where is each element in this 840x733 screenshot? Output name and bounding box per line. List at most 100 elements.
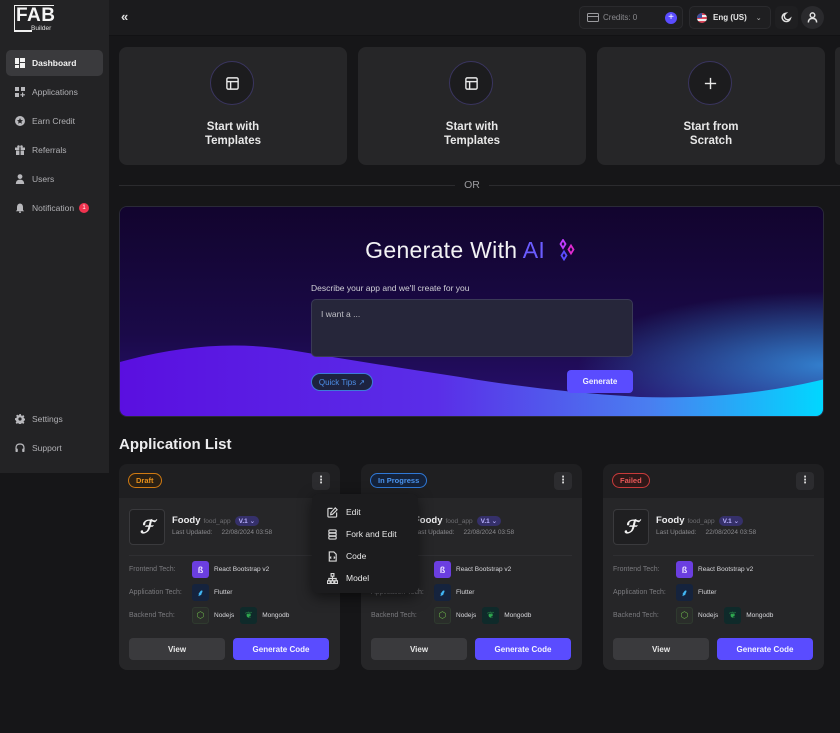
ai-title: Generate With AI (120, 237, 823, 264)
logo-subtext: Builder (31, 25, 52, 32)
card-label: Start with Templates (119, 120, 347, 148)
app-name-row: Foody food_app V.1 ⌄ (656, 515, 744, 526)
sidebar-item-support[interactable]: Support (6, 435, 103, 461)
app-slug: food_app (203, 518, 231, 525)
sidebar-item-applications[interactable]: Applications (6, 79, 103, 105)
user-icon (15, 174, 25, 184)
sidebar-item-notification[interactable]: Notification 1 (6, 195, 103, 221)
sidebar-item-label: Support (32, 443, 62, 453)
backend-tech-value: Nodejs (214, 612, 235, 619)
backend-tech-value: Nodejs (698, 612, 719, 619)
language-select[interactable]: Eng (US) ⌄ (689, 6, 771, 29)
sidebar-item-settings[interactable]: Settings (6, 406, 103, 432)
sidebar-item-label: Referrals (32, 145, 67, 155)
backend-tech-value: Mongodb (504, 612, 532, 619)
generate-code-button[interactable]: Generate Code (475, 638, 571, 660)
menu-item-edit[interactable]: Edit (312, 501, 418, 523)
view-button[interactable]: View (129, 638, 225, 660)
application-list-title: Application List (119, 436, 232, 453)
menu-item-fork-and-edit[interactable]: Fork and Edit (312, 523, 418, 545)
frontend-tech-row: Frontend Tech: ß React Bootstrap v2 (129, 561, 275, 578)
code-file-icon (328, 550, 337, 562)
card-label: Start with Templates (358, 120, 586, 148)
app-logo: ℱ (129, 509, 165, 545)
menu-item-model[interactable]: Model (312, 567, 418, 589)
app-card: Draft ⋮ ℱ Foody food_app V.1 ⌄ Last Update… (119, 464, 340, 670)
last-updated-label: Last Updated: (656, 529, 697, 536)
language-label: Eng (US) (713, 13, 747, 22)
view-button[interactable]: View (613, 638, 709, 660)
template-icon-circle (210, 61, 254, 105)
version-select[interactable]: V.1 ⌄ (234, 516, 260, 526)
sidebar-nav: Dashboard Applications Earn Credit Refer… (6, 50, 103, 224)
generate-button[interactable]: Generate (567, 370, 633, 393)
app-description-input[interactable] (311, 299, 633, 357)
mongodb-icon: ❦ (240, 607, 258, 624)
menu-item-label: Code (346, 551, 367, 561)
sidebar-item-earn-credit[interactable]: Earn Credit (6, 108, 103, 134)
fab-builder-logo[interactable]: FAB Builder (14, 5, 55, 32)
sidebar: FAB Builder Dashboard Applications Earn … (0, 0, 109, 473)
theme-toggle-button[interactable] (775, 6, 798, 29)
menu-item-label: Fork and Edit (346, 529, 397, 539)
flutter-icon: ⸙ (434, 584, 451, 601)
user-profile-button[interactable] (801, 6, 824, 29)
add-credits-button[interactable]: + (665, 12, 677, 24)
application-tech-value: Flutter (214, 589, 233, 596)
nodejs-icon: ⬡ (676, 607, 693, 624)
last-updated-label: Last Updated: (414, 529, 455, 536)
earn-credit-icon (15, 116, 25, 126)
card-label-line: Start from (683, 121, 739, 133)
more-options-button[interactable]: ⋮ (312, 472, 330, 490)
sidebar-item-referrals[interactable]: Referrals (6, 137, 103, 163)
app-name-row: Foody food_app V.1 ⌄ (414, 515, 502, 526)
frontend-tech-label: Frontend Tech: (129, 566, 176, 573)
start-with-templates-card-2[interactable]: Start with Templates (358, 47, 586, 165)
frontend-tech-value: React Bootstrap v2 (214, 566, 270, 573)
status-badge: In Progress (370, 473, 428, 488)
frontend-tech-label: Frontend Tech: (613, 566, 660, 573)
mongodb-icon: ❦ (724, 607, 742, 624)
start-from-scratch-card[interactable]: Start from Scratch (597, 47, 825, 165)
template-icon (464, 76, 478, 90)
menu-item-code[interactable]: Code (312, 545, 418, 567)
frontend-tech-row: Frontend Tech: ß React Bootstrap v2 (613, 561, 759, 578)
top-bar: « Credits: 0 + Eng (US) ⌄ (109, 0, 840, 36)
sidebar-item-users[interactable]: Users (6, 166, 103, 192)
sidebar-item-dashboard[interactable]: Dashboard (6, 50, 103, 76)
logo-underline (14, 30, 32, 32)
view-button[interactable]: View (371, 638, 467, 660)
last-updated-value: 22/08/2024 03:58 (705, 529, 757, 536)
version-select[interactable]: V.1 ⌄ (718, 516, 744, 526)
backend-tech-label: Backend Tech: (129, 612, 175, 619)
more-options-button[interactable]: ⋮ (796, 472, 814, 490)
generate-code-button[interactable]: Generate Code (233, 638, 329, 660)
react-bootstrap-icon: ß (676, 561, 693, 578)
react-bootstrap-icon: ß (434, 561, 451, 578)
backend-tech-value: Nodejs (456, 612, 477, 619)
quick-tips-button[interactable]: Quick Tips ↗ (311, 373, 373, 391)
generate-code-button[interactable]: Generate Code (717, 638, 813, 660)
next-card-peek[interactable] (835, 47, 840, 165)
last-updated: Last Updated: 22/08/2024 03:58 (656, 529, 756, 536)
application-tech-label: Application Tech: (129, 589, 182, 596)
nodejs-icon: ⬡ (434, 607, 451, 624)
ai-title-highlight: AI (522, 237, 546, 263)
edit-icon (327, 506, 338, 518)
us-flag-icon (697, 12, 707, 23)
collapse-sidebar-icon[interactable]: « (121, 10, 135, 25)
application-tech-label: Application Tech: (613, 589, 666, 596)
bell-icon (15, 203, 25, 213)
start-with-templates-card[interactable]: Start with Templates (119, 47, 347, 165)
sidebar-item-label: Earn Credit (32, 116, 75, 126)
flutter-icon: ⸙ (192, 584, 209, 601)
flutter-icon: ⸙ (676, 584, 693, 601)
last-updated-label: Last Updated: (172, 529, 213, 536)
credits-widget[interactable]: Credits: 0 + (579, 6, 683, 29)
application-tech-row: Application Tech: ⸙ Flutter (613, 584, 722, 601)
application-tech-row: Application Tech: ⸙ Flutter (129, 584, 238, 601)
app-name: Foody (656, 515, 685, 526)
chevron-down-icon: ⌄ (755, 14, 762, 22)
more-options-button[interactable]: ⋮ (554, 472, 572, 490)
version-select[interactable]: V.1 ⌄ (476, 516, 502, 526)
